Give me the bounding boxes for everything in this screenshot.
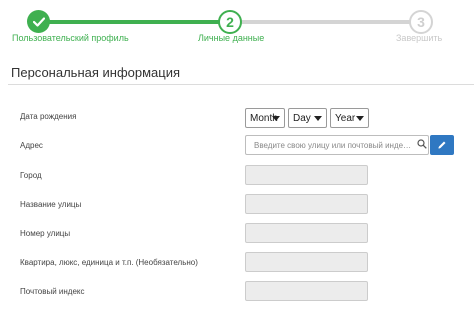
street-number-label: Номер улицы	[20, 229, 71, 238]
step-1-complete[interactable]	[27, 10, 50, 33]
street-name-field[interactable]	[245, 194, 368, 214]
city-label: Город	[20, 171, 42, 180]
search-icon[interactable]	[417, 139, 427, 149]
checkmark-icon	[32, 16, 45, 27]
step-2-active[interactable]: 2	[218, 10, 242, 34]
birth-date-label: Дата рождения	[20, 112, 77, 121]
address-placeholder: Введите свою улицу или почтовый индекс..…	[254, 140, 414, 150]
progress-line-pending	[230, 20, 421, 24]
section-divider	[8, 84, 474, 85]
street-name-label: Название улицы	[20, 200, 82, 209]
street-number-field[interactable]	[245, 223, 368, 243]
section-title: Персональная информация	[11, 65, 181, 80]
chevron-down-icon	[356, 116, 364, 121]
postal-code-field[interactable]	[245, 281, 368, 301]
progress-line-complete	[40, 20, 230, 24]
step-1-label: Пользовательский профиль	[12, 33, 129, 43]
postal-code-label: Почтовый индекс	[20, 287, 85, 296]
step-3-pending[interactable]: 3	[409, 10, 433, 34]
apartment-label: Квартира, люкс, единица и т.п. (Необязат…	[20, 258, 198, 267]
address-search-input[interactable]: Введите свою улицу или почтовый индекс..…	[245, 135, 429, 155]
month-select[interactable]: Month	[245, 108, 285, 128]
chevron-down-icon	[314, 116, 322, 121]
step-2-number: 2	[226, 14, 234, 30]
pencil-icon	[438, 141, 446, 149]
year-select[interactable]: Year	[330, 108, 369, 128]
address-label: Адрес	[20, 141, 43, 150]
city-field[interactable]	[245, 165, 368, 185]
chevron-down-icon	[272, 116, 280, 121]
step-3-label: Завершить	[396, 33, 443, 43]
step-3-number: 3	[417, 14, 425, 30]
year-select-value: Year	[335, 112, 356, 124]
step-2-label: Личные данные	[198, 33, 265, 43]
day-select-value: Day	[293, 112, 311, 124]
day-select[interactable]: Day	[288, 108, 327, 128]
apartment-field[interactable]	[245, 252, 368, 272]
edit-address-button[interactable]	[430, 135, 454, 155]
